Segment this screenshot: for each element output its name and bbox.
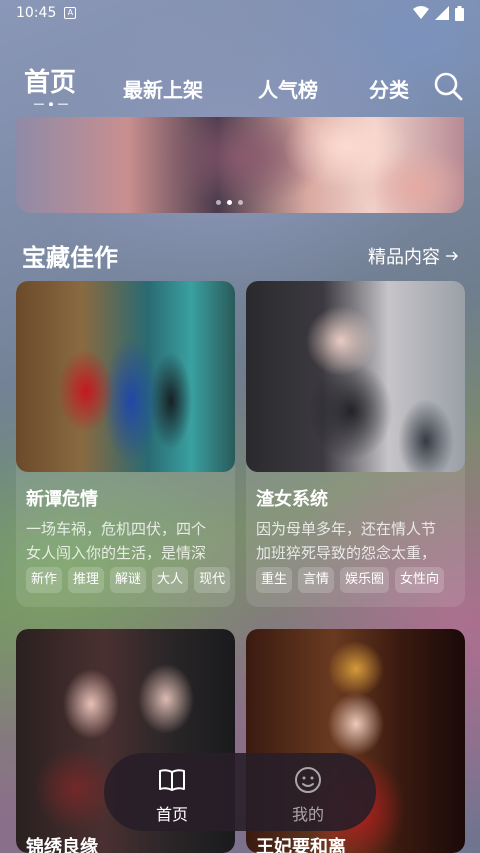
description-line: 因为母单多年，还在情人节 xyxy=(256,520,437,538)
tag: 重生 xyxy=(256,567,293,593)
tag: 大人 xyxy=(152,567,189,593)
status-time: 10:45 xyxy=(16,5,57,21)
premium-content-link[interactable]: 精品内容 xyxy=(368,243,458,269)
bottom-nav-home[interactable]: 首页 xyxy=(132,765,212,825)
tag: 新作 xyxy=(26,567,63,593)
tag: 言情 xyxy=(298,567,335,593)
app-notification-icon: A xyxy=(64,7,77,19)
banner-dot xyxy=(238,200,243,205)
tag: 解谜 xyxy=(110,567,147,593)
banner-pagination xyxy=(216,200,243,205)
section-title: 宝藏佳作 xyxy=(22,244,118,272)
active-tab-indicator xyxy=(34,102,68,106)
profile-icon xyxy=(295,767,321,793)
description-line: 一场车祸，危机四伏，四个 xyxy=(26,520,207,538)
bottom-nav-profile[interactable]: 我的 xyxy=(268,765,348,825)
description-line: 加班猝死导致的怨念太重， xyxy=(256,544,437,562)
premium-content-label: 精品内容 xyxy=(368,247,440,268)
status-bar: 10:45 A xyxy=(0,0,480,26)
signal-icon xyxy=(435,6,449,20)
book-description: 因为母单多年，还在情人节 加班猝死导致的怨念太重， xyxy=(256,517,461,565)
book-tags: 新作 推理 解谜 大人 现代 xyxy=(26,567,235,593)
book-cover xyxy=(246,281,465,472)
status-icons xyxy=(413,5,464,21)
tab-popular[interactable]: 人气榜 xyxy=(258,74,318,103)
tag: 女性向 xyxy=(395,567,445,593)
bottom-nav-profile-label: 我的 xyxy=(291,805,324,824)
bottom-nav: 首页 我的 xyxy=(104,753,376,831)
book-title: 王妃要和离 xyxy=(256,837,346,853)
search-icon[interactable] xyxy=(432,70,464,102)
book-description: 一场车祸，危机四伏，四个 女人闯入你的生活，是情深 xyxy=(26,517,231,565)
tag: 娱乐圈 xyxy=(340,567,390,593)
book-title: 渣女系统 xyxy=(256,489,328,510)
tab-categories[interactable]: 分类 xyxy=(369,74,409,103)
tab-new-releases[interactable]: 最新上架 xyxy=(123,74,203,103)
banner-dot xyxy=(216,200,221,205)
description-line: 女人闯入你的生活，是情深 xyxy=(26,544,207,562)
featured-banner[interactable] xyxy=(16,117,464,213)
tag: 推理 xyxy=(68,567,105,593)
book-tags: 重生 言情 娱乐圈 女性向 xyxy=(256,567,465,593)
book-icon xyxy=(159,769,185,791)
top-nav: 首页 最新上架 人气榜 分类 xyxy=(0,60,480,110)
book-title: 新谭危情 xyxy=(26,489,98,510)
book-card[interactable]: 渣女系统 因为母单多年，还在情人节 加班猝死导致的怨念太重， 重生 言情 娱乐圈… xyxy=(246,281,465,607)
book-card[interactable]: 新谭危情 一场车祸，危机四伏，四个 女人闯入你的生活，是情深 新作 推理 解谜 … xyxy=(16,281,235,607)
battery-icon xyxy=(455,5,464,21)
bottom-nav-home-label: 首页 xyxy=(155,805,188,824)
banner-dot-active xyxy=(227,200,232,205)
tag: 现代 xyxy=(194,567,231,593)
tab-home[interactable]: 首页 xyxy=(24,62,76,99)
book-cover xyxy=(16,281,235,472)
wifi-icon xyxy=(413,6,429,19)
book-title: 锦绣良缘 xyxy=(26,837,98,853)
arrow-right-icon xyxy=(446,251,458,261)
